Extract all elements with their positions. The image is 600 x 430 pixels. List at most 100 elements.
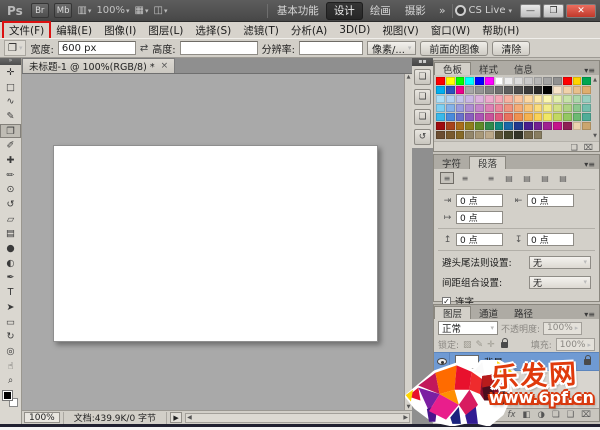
workspace-tab[interactable]: 基本功能 [270, 3, 326, 19]
menu-item[interactable]: 文件(F) [3, 22, 50, 39]
color-swatch[interactable] [436, 131, 445, 139]
screen-mode-button[interactable]: ◫ ▾ [154, 5, 168, 16]
resolution-input[interactable] [299, 41, 363, 55]
close-button[interactable]: ✕ [566, 4, 596, 18]
clone-stamp-tool[interactable]: ⊙ [0, 183, 21, 198]
pen-tool[interactable]: ✒ [0, 271, 21, 286]
zoom-tool[interactable]: ⌕ [0, 373, 21, 388]
color-swatch[interactable] [436, 104, 445, 112]
color-swatch[interactable] [563, 77, 572, 85]
color-swatch[interactable] [465, 104, 474, 112]
height-input[interactable] [180, 41, 258, 55]
panel-menu-icon[interactable]: ▾≡ [584, 310, 599, 319]
minimize-button[interactable]: — [520, 4, 541, 18]
space-after-input[interactable]: 0 点 [527, 233, 574, 246]
hand-tool[interactable]: ☝ [0, 359, 21, 374]
workspace-tab[interactable]: 摄影 [398, 3, 433, 19]
color-swatch[interactable] [475, 77, 484, 85]
justify-last-center-button[interactable]: ▤ [520, 172, 534, 184]
panel-tab[interactable]: 字符 [434, 156, 469, 169]
menu-item[interactable]: 分析(A) [285, 22, 333, 39]
orbit-3d-tool[interactable]: ◎ [0, 344, 21, 359]
horizontal-scrollbar[interactable]: ◀ ▶ [185, 413, 410, 423]
cs-live-dropdown[interactable]: CS Live ▾ [455, 5, 512, 16]
color-swatch[interactable] [524, 95, 533, 103]
color-swatch[interactable] [514, 95, 523, 103]
color-swatch[interactable] [495, 77, 504, 85]
lock-pixels-icon[interactable]: ✎ [476, 340, 484, 350]
color-swatch[interactable] [543, 113, 552, 121]
color-swatch[interactable] [495, 104, 504, 112]
workspace-tab[interactable]: 设计 [326, 2, 363, 20]
workspace-overflow-button[interactable]: » [435, 4, 450, 17]
color-swatch[interactable] [553, 86, 562, 94]
align-center-button[interactable]: ≡ [458, 172, 472, 184]
color-swatch[interactable] [582, 113, 591, 121]
history-panel-icon[interactable]: ↺ [414, 129, 431, 145]
color-swatch[interactable] [446, 95, 455, 103]
color-swatch[interactable] [446, 77, 455, 85]
panel-tab[interactable]: 通道 [471, 306, 506, 319]
align-left-button[interactable]: ≡ [440, 172, 454, 184]
color-swatch[interactable] [514, 86, 523, 94]
menu-item[interactable]: 窗口(W) [425, 22, 477, 39]
color-swatch[interactable] [573, 104, 582, 112]
move-tool[interactable]: ✛ [0, 65, 21, 80]
rectangular-marquee-tool[interactable]: □ [0, 80, 21, 95]
color-swatch[interactable] [465, 113, 474, 121]
resolution-unit-select[interactable]: 像素/... ▾ [367, 41, 416, 55]
color-swatch[interactable] [573, 113, 582, 121]
collapsed-panel-icon-3[interactable]: ❏ [414, 109, 431, 125]
color-swatch[interactable] [485, 104, 494, 112]
color-swatch[interactable] [504, 131, 513, 139]
gradient-tool[interactable]: ▤ [0, 227, 21, 242]
color-swatch[interactable] [543, 104, 552, 112]
color-swatch[interactable] [456, 77, 465, 85]
front-image-button[interactable]: 前面的图像 [420, 41, 488, 56]
restore-button[interactable]: ❐ [543, 4, 564, 18]
color-swatch[interactable] [504, 113, 513, 121]
color-swatch[interactable] [573, 86, 582, 94]
color-swatch[interactable] [465, 86, 474, 94]
color-swatch[interactable] [524, 77, 533, 85]
scroll-left-icon[interactable]: ◀ [187, 414, 192, 421]
color-swatch[interactable] [573, 77, 582, 85]
crop-tool[interactable]: ❐ [0, 124, 21, 139]
first-line-indent-input[interactable]: 0 点 [456, 211, 503, 224]
history-brush-tool[interactable]: ↺ [0, 197, 21, 212]
canvas[interactable] [22, 74, 404, 410]
color-swatch[interactable] [563, 86, 572, 94]
menu-item[interactable]: 选择(S) [189, 22, 237, 39]
color-swatch[interactable] [485, 122, 494, 130]
menu-item[interactable]: 滤镜(T) [237, 22, 285, 39]
justify-last-left-button[interactable]: ▤ [502, 172, 516, 184]
color-swatch[interactable] [456, 122, 465, 130]
panel-tab[interactable]: 色板 [434, 62, 471, 75]
lasso-tool[interactable]: ∿ [0, 94, 21, 109]
foreground-color-swatch[interactable] [3, 391, 12, 400]
color-swatch[interactable] [504, 77, 513, 85]
mojikumi-select[interactable]: 无 ▾ [529, 276, 591, 289]
color-swatch[interactable] [524, 131, 533, 139]
color-swatch[interactable] [553, 122, 562, 130]
path-selection-tool[interactable]: ➤ [0, 300, 21, 315]
color-swatch[interactable] [563, 104, 572, 112]
scroll-up-icon[interactable]: ▲ [407, 74, 411, 80]
color-swatch[interactable] [524, 104, 533, 112]
blend-mode-select[interactable]: 正常 ▾ [438, 321, 498, 335]
bridge-button[interactable]: Br [31, 3, 49, 18]
delete-swatch-icon[interactable]: ⌧ [584, 143, 593, 152]
color-swatch[interactable] [553, 77, 562, 85]
rotate-3d-tool[interactable]: ↻ [0, 329, 21, 344]
eraser-tool[interactable]: ▱ [0, 212, 21, 227]
color-swatch[interactable] [524, 113, 533, 121]
lock-all-icon[interactable] [501, 342, 508, 348]
kinsoku-select[interactable]: 无 ▾ [529, 256, 591, 269]
color-swatch[interactable] [543, 77, 552, 85]
color-swatch[interactable] [582, 104, 591, 112]
color-swatch[interactable] [436, 122, 445, 130]
color-swatch[interactable] [475, 113, 484, 121]
color-swatch[interactable] [543, 122, 552, 130]
color-swatch[interactable] [534, 122, 543, 130]
color-swatch[interactable] [504, 104, 513, 112]
